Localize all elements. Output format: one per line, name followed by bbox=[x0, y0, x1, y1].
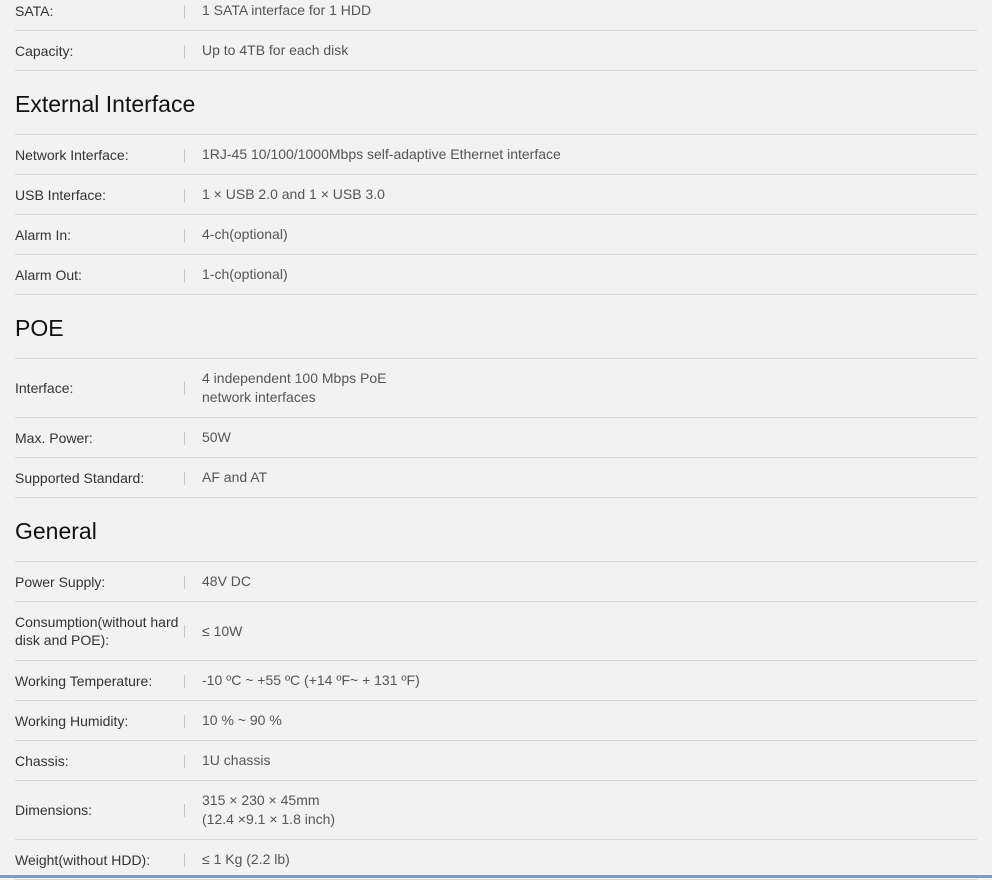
spec-value: 1-ch(optional) bbox=[202, 255, 977, 294]
spec-row-chassis: Chassis: 1U chassis bbox=[15, 741, 977, 781]
separator bbox=[184, 804, 185, 817]
spec-value-line: 1U chassis bbox=[202, 752, 271, 768]
separator bbox=[184, 714, 185, 728]
spec-label: Alarm Out: bbox=[15, 266, 82, 283]
spec-label: Weight(without HDD): bbox=[15, 851, 151, 868]
spec-row-weight: Weight(without HDD): ≤ 1 Kg (2.2 lb) bbox=[15, 840, 977, 880]
spec-value-line: 315 × 230 × 45mm bbox=[202, 792, 320, 808]
separator bbox=[184, 853, 185, 867]
spec-row-supported-standard: Supported Standard: AF and AT bbox=[15, 458, 977, 498]
spec-label: Interface: bbox=[15, 380, 74, 396]
spec-value-line: 10 % ~ 90 % bbox=[202, 712, 282, 728]
separator bbox=[184, 382, 185, 395]
separator bbox=[184, 228, 185, 242]
spec-value: Up to 4TB for each disk bbox=[202, 31, 977, 70]
separator bbox=[184, 674, 185, 688]
spec-label: Chassis: bbox=[15, 752, 69, 769]
separator bbox=[184, 625, 185, 638]
spec-row-working-humidity: Working Humidity: 10 % ~ 90 % bbox=[15, 701, 977, 741]
spec-value-line: 4 independent 100 Mbps PoE bbox=[202, 370, 387, 386]
spec-row-max-power: Max. Power: 50W bbox=[15, 418, 977, 458]
separator bbox=[184, 148, 185, 162]
spec-label: Working Temperature: bbox=[15, 672, 153, 689]
spec-value: 1U chassis bbox=[202, 741, 977, 780]
spec-value: ≤ 10W bbox=[202, 602, 977, 660]
separator bbox=[184, 754, 185, 768]
spec-value-line: Up to 4TB for each disk bbox=[202, 42, 349, 58]
section-title: POE bbox=[15, 315, 64, 341]
spec-row-usb-interface: USB Interface: 1 × USB 2.0 and 1 × USB 3… bbox=[15, 175, 977, 215]
spec-value: 1 SATA interface for 1 HDD bbox=[202, 0, 977, 30]
spec-label: Consumption(without hard disk and POE): bbox=[15, 614, 179, 648]
separator bbox=[184, 471, 185, 485]
spec-label: Dimensions: bbox=[15, 802, 93, 818]
spec-label: Alarm In: bbox=[15, 226, 72, 243]
spec-value: 50W bbox=[202, 418, 977, 457]
section-header-poe: POE bbox=[15, 295, 977, 359]
spec-value-line: ≤ 1 Kg (2.2 lb) bbox=[202, 851, 290, 867]
separator bbox=[184, 44, 185, 58]
spec-row-poe-interface: Interface: 4 independent 100 Mbps PoE ne… bbox=[15, 359, 977, 418]
separator bbox=[184, 4, 185, 18]
spec-label: Working Humidity: bbox=[15, 712, 129, 729]
spec-value-line: (12.4 ×9.1 × 1.8 inch) bbox=[202, 811, 336, 827]
spec-value-line: 1-ch(optional) bbox=[202, 266, 288, 282]
spec-row-consumption: Consumption(without hard disk and POE): … bbox=[15, 602, 977, 661]
spec-content: SATA: 1 SATA interface for 1 HDD Capacit… bbox=[15, 0, 977, 880]
spec-label: Max. Power: bbox=[15, 429, 93, 446]
spec-value-line: network interfaces bbox=[202, 389, 316, 405]
spec-label: Supported Standard: bbox=[15, 469, 145, 486]
spec-value: ≤ 1 Kg (2.2 lb) bbox=[202, 840, 977, 879]
spec-page: SATA: 1 SATA interface for 1 HDD Capacit… bbox=[0, 0, 992, 880]
spec-value-line: ≤ 10W bbox=[202, 622, 243, 639]
spec-label: USB Interface: bbox=[15, 186, 107, 203]
spec-value-line: AF and AT bbox=[202, 469, 268, 485]
separator bbox=[184, 431, 185, 445]
spec-value-line: 1 SATA interface for 1 HDD bbox=[202, 2, 372, 18]
spec-row-alarm-out: Alarm Out: 1-ch(optional) bbox=[15, 255, 977, 295]
spec-row-power-supply: Power Supply: 48V DC bbox=[15, 562, 977, 602]
spec-value: 1 × USB 2.0 and 1 × USB 3.0 bbox=[202, 175, 977, 214]
spec-row-capacity: Capacity: Up to 4TB for each disk bbox=[15, 31, 977, 71]
spec-label: Network Interface: bbox=[15, 146, 129, 163]
separator bbox=[184, 188, 185, 202]
spec-value: AF and AT bbox=[202, 458, 977, 497]
spec-value: 4-ch(optional) bbox=[202, 215, 977, 254]
spec-value: 315 × 230 × 45mm (12.4 ×9.1 × 1.8 inch) bbox=[202, 781, 977, 839]
spec-label: SATA: bbox=[15, 2, 54, 19]
spec-label: Capacity: bbox=[15, 42, 74, 59]
spec-label: Power Supply: bbox=[15, 573, 106, 590]
spec-value: 1RJ-45 10/100/1000Mbps self-adaptive Eth… bbox=[202, 135, 977, 174]
spec-value: 48V DC bbox=[202, 562, 977, 601]
spec-row-sata: SATA: 1 SATA interface for 1 HDD bbox=[15, 0, 977, 31]
section-header-external-interface: External Interface bbox=[15, 71, 977, 135]
spec-value-line: 1 × USB 2.0 and 1 × USB 3.0 bbox=[202, 186, 385, 202]
spec-value-line: -10 ºC ~ +55 ºC (+14 ºF~ + 131 ºF) bbox=[202, 672, 420, 688]
spec-value: 10 % ~ 90 % bbox=[202, 701, 977, 740]
spec-value: 4 independent 100 Mbps PoE network inter… bbox=[202, 359, 977, 417]
separator bbox=[184, 268, 185, 282]
spec-value: -10 ºC ~ +55 ºC (+14 ºF~ + 131 ºF) bbox=[202, 661, 977, 700]
spec-value-line: 1RJ-45 10/100/1000Mbps self-adaptive Eth… bbox=[202, 146, 561, 162]
spec-row-working-temperature: Working Temperature: -10 ºC ~ +55 ºC (+1… bbox=[15, 661, 977, 701]
section-title: General bbox=[15, 518, 97, 544]
spec-value-line: 50W bbox=[202, 429, 231, 445]
spec-row-dimensions: Dimensions: 315 × 230 × 45mm (12.4 ×9.1 … bbox=[15, 781, 977, 840]
section-title: External Interface bbox=[15, 91, 196, 117]
spec-value-line: 48V DC bbox=[202, 573, 252, 589]
spec-row-alarm-in: Alarm In: 4-ch(optional) bbox=[15, 215, 977, 255]
section-header-general: General bbox=[15, 498, 977, 562]
spec-value-line: 4-ch(optional) bbox=[202, 226, 288, 242]
spec-row-network-interface: Network Interface: 1RJ-45 10/100/1000Mbp… bbox=[15, 135, 977, 175]
separator bbox=[184, 575, 185, 589]
